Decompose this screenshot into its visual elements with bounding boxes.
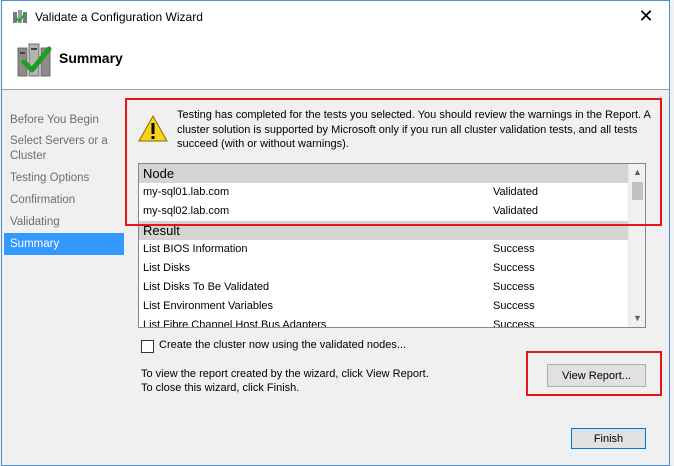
list-scrollbar[interactable]: ▲ ▼ <box>628 164 645 327</box>
close-button[interactable]: ✕ <box>623 1 669 32</box>
warning-text: Testing has completed for the tests you … <box>177 109 651 150</box>
instructions-line-2: To close this wizard, click Finish. <box>141 382 300 394</box>
page-title: Summary <box>59 50 123 66</box>
scroll-up-arrow-icon[interactable]: ▲ <box>629 164 645 181</box>
wizard-nav: Before You Begin Select Servers or a Clu… <box>2 109 124 255</box>
result-group-header: Result <box>139 221 629 240</box>
warning-panel: Testing has completed for the tests you … <box>124 97 662 164</box>
result-status: Success <box>493 243 535 255</box>
title-bar: Validate a Configuration Wizard ✕ <box>2 1 669 32</box>
instructions-text: To view the report created by the wizard… <box>141 367 429 395</box>
cluster-wizard-icon <box>13 10 27 23</box>
node-status: Validated <box>493 205 539 217</box>
results-list-content: Node my-sql01.lab.com Validated my-sql02… <box>139 164 629 328</box>
finish-button[interactable]: Finish <box>571 428 646 449</box>
result-status: Success <box>493 281 535 293</box>
instructions-line-1: To view the report created by the wizard… <box>141 368 429 380</box>
validation-results-list[interactable]: Node my-sql01.lab.com Validated my-sql02… <box>138 163 646 328</box>
node-row[interactable]: my-sql02.lab.com Validated <box>139 202 629 221</box>
node-name: my-sql01.lab.com <box>143 186 230 198</box>
scroll-down-arrow-icon[interactable]: ▼ <box>629 310 645 327</box>
result-name: List Fibre Channel Host Bus Adapters <box>143 319 327 328</box>
result-status: Success <box>493 262 535 274</box>
result-row[interactable]: List Environment Variables Success <box>139 297 629 316</box>
result-row[interactable]: List Fibre Channel Host Bus Adapters Suc… <box>139 316 629 328</box>
nav-item-confirmation[interactable]: Confirmation <box>2 189 124 211</box>
result-status: Success <box>493 319 535 328</box>
result-row[interactable]: List Disks To Be Validated Success <box>139 278 629 297</box>
window-title: Validate a Configuration Wizard <box>35 10 203 24</box>
result-row[interactable]: List Disks Success <box>139 259 629 278</box>
node-row[interactable]: my-sql01.lab.com Validated <box>139 183 629 202</box>
result-name: List Environment Variables <box>143 300 274 312</box>
node-group-header: Node <box>139 164 629 183</box>
result-name: List BIOS Information <box>143 243 248 255</box>
nav-item-before-you-begin[interactable]: Before You Begin <box>2 109 124 131</box>
nav-item-validating[interactable]: Validating <box>2 211 124 233</box>
warning-icon <box>138 115 168 142</box>
wizard-header: Summary <box>2 32 669 90</box>
result-row[interactable]: List BIOS Information Success <box>139 240 629 259</box>
close-icon: ✕ <box>638 6 654 26</box>
node-name: my-sql02.lab.com <box>143 205 230 217</box>
cluster-validate-icon <box>17 43 52 77</box>
result-name: List Disks <box>143 262 191 274</box>
result-status: Success <box>493 300 535 312</box>
node-status: Validated <box>493 186 539 198</box>
scrollbar-thumb[interactable] <box>632 182 643 200</box>
nav-item-summary[interactable]: Summary <box>4 233 124 255</box>
result-name: List Disks To Be Validated <box>143 281 270 293</box>
nav-item-testing-options[interactable]: Testing Options <box>2 167 124 189</box>
view-report-button[interactable]: View Report... <box>547 364 646 387</box>
background-right <box>670 0 674 466</box>
create-cluster-label[interactable]: Create the cluster now using the validat… <box>159 339 406 351</box>
create-cluster-checkbox[interactable] <box>141 340 154 353</box>
nav-item-select-servers[interactable]: Select Servers or a Cluster <box>2 131 124 167</box>
